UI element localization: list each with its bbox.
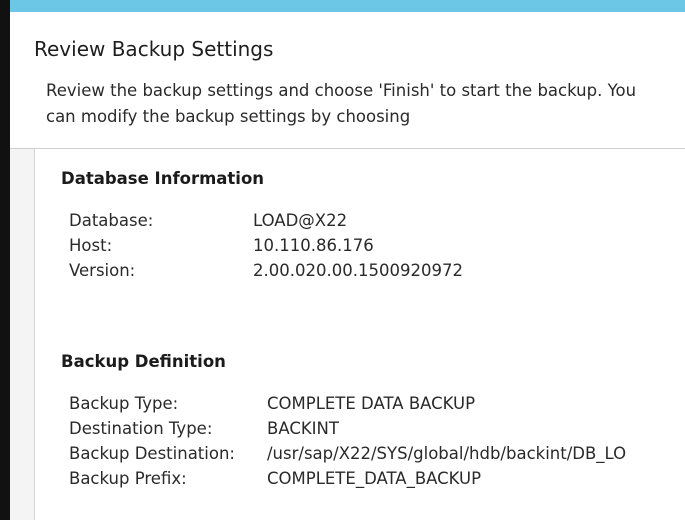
version-label: Version: [69, 261, 136, 280]
backup-destination-row: Backup Destination: /usr/sap/X22/SYS/glo… [69, 442, 685, 466]
destination-type-value: BACKINT [267, 419, 339, 438]
backup-destination-label: Backup Destination: [69, 444, 235, 463]
destination-type-label: Destination Type: [69, 419, 213, 438]
settings-summary-panel: Database Information Database: LOAD@X22 … [34, 149, 685, 520]
window-accent-bar [10, 0, 685, 12]
version-row: Version: 2.00.020.00.1500920972 [69, 259, 669, 283]
window-left-edge [0, 0, 10, 520]
page-title: Review Backup Settings [34, 37, 274, 61]
backup-wizard-window: Review Backup Settings Review the backup… [0, 0, 685, 520]
backup-type-label: Backup Type: [69, 394, 179, 413]
page-description: Review the backup settings and choose 'F… [46, 81, 637, 126]
backup-prefix-row: Backup Prefix: COMPLETE_DATA_BACKUP [69, 467, 685, 491]
database-value: LOAD@X22 [253, 211, 348, 230]
backup-type-row: Backup Type: COMPLETE DATA BACKUP [69, 392, 685, 416]
database-information-title: Database Information [61, 169, 265, 188]
backup-prefix-label: Backup Prefix: [69, 469, 187, 488]
backup-definition-title: Backup Definition [61, 352, 226, 371]
database-label: Database: [69, 211, 154, 230]
wizard-header: Review Backup Settings Review the backup… [10, 12, 685, 148]
database-row: Database: LOAD@X22 [69, 209, 669, 233]
version-value: 2.00.020.00.1500920972 [253, 261, 463, 280]
backup-type-value: COMPLETE DATA BACKUP [267, 394, 476, 413]
content-gutter [10, 149, 34, 520]
host-value: 10.110.86.176 [253, 236, 374, 255]
host-row: Host: 10.110.86.176 [69, 234, 669, 258]
host-label: Host: [69, 236, 113, 255]
backup-prefix-value: COMPLETE_DATA_BACKUP [267, 469, 482, 488]
backup-destination-value: /usr/sap/X22/SYS/global/hdb/backint/DB_L… [267, 444, 627, 463]
destination-type-row: Destination Type: BACKINT [69, 417, 685, 441]
